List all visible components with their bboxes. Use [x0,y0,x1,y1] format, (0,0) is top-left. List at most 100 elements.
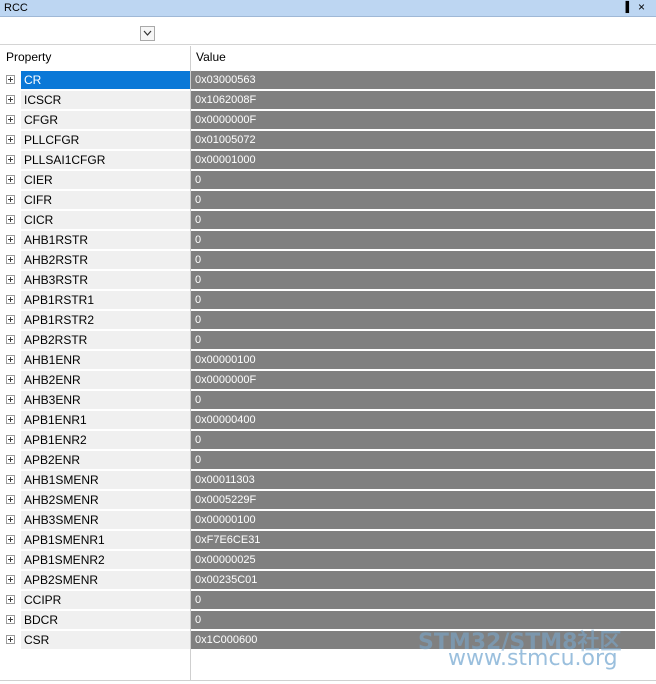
table-row[interactable]: APB2RSTR 0 [0,330,656,350]
table-row[interactable]: PLLCFGR 0x01005072 [0,130,656,150]
register-name[interactable]: AHB2SMENR [21,491,190,509]
expand-icon[interactable] [6,395,15,404]
column-header-value[interactable]: Value [196,46,226,68]
table-row[interactable]: CFGR 0x0000000F [0,110,656,130]
register-value[interactable]: 0 [191,291,655,309]
register-name[interactable]: APB1ENR1 [21,411,190,429]
register-value[interactable]: 0 [191,231,655,249]
register-name[interactable]: CICR [21,211,190,229]
register-value[interactable]: 0 [191,191,655,209]
register-name[interactable]: APB1SMENR2 [21,551,190,569]
expand-icon[interactable] [6,635,15,644]
expand-icon[interactable] [6,95,15,104]
expand-icon[interactable] [6,475,15,484]
expand-icon[interactable] [6,115,15,124]
table-row[interactable]: CICR 0 [0,210,656,230]
register-value[interactable]: 0 [191,271,655,289]
register-value[interactable]: 0x00000100 [191,351,655,369]
table-row[interactable]: AHB2ENR 0x0000000F [0,370,656,390]
register-name[interactable]: AHB3SMENR [21,511,190,529]
expand-icon[interactable] [6,415,15,424]
expand-icon[interactable] [6,215,15,224]
table-row[interactable]: APB2ENR 0 [0,450,656,470]
table-row[interactable]: PLLSAI1CFGR 0x00001000 [0,150,656,170]
expand-icon[interactable] [6,495,15,504]
close-icon[interactable]: × [638,1,645,14]
register-value[interactable]: 0x0000000F [191,111,655,129]
table-row[interactable]: AHB2RSTR 0 [0,250,656,270]
expand-icon[interactable] [6,615,15,624]
expand-icon[interactable] [6,195,15,204]
register-name[interactable]: CR [21,71,190,89]
register-value[interactable]: 0x0000000F [191,371,655,389]
table-row[interactable]: APB1RSTR2 0 [0,310,656,330]
table-row[interactable]: CCIPR 0 [0,590,656,610]
register-value[interactable]: 0 [191,211,655,229]
register-name[interactable]: APB2SMENR [21,571,190,589]
expand-icon[interactable] [6,515,15,524]
register-value[interactable]: 0 [191,431,655,449]
expand-icon[interactable] [6,135,15,144]
table-row[interactable]: AHB3ENR 0 [0,390,656,410]
register-name[interactable]: AHB3ENR [21,391,190,409]
expand-icon[interactable] [6,595,15,604]
register-value[interactable]: 0x0005229F [191,491,655,509]
table-row[interactable]: APB1SMENR2 0x00000025 [0,550,656,570]
table-row[interactable]: AHB3SMENR 0x00000100 [0,510,656,530]
expand-icon[interactable] [6,575,15,584]
register-name[interactable]: ICSCR [21,91,190,109]
expand-icon[interactable] [6,555,15,564]
expand-icon[interactable] [6,155,15,164]
table-row[interactable]: ICSCR 0x1062008F [0,90,656,110]
table-row[interactable]: APB1RSTR1 0 [0,290,656,310]
expand-icon[interactable] [6,375,15,384]
register-name[interactable]: AHB2RSTR [21,251,190,269]
expand-icon[interactable] [6,435,15,444]
register-name[interactable]: AHB2ENR [21,371,190,389]
table-row[interactable]: APB1SMENR1 0xF7E6CE31 [0,530,656,550]
register-value[interactable]: 0x00000100 [191,511,655,529]
table-row[interactable]: CIER 0 [0,170,656,190]
register-name[interactable]: PLLCFGR [21,131,190,149]
register-value[interactable]: 0x00235C01 [191,571,655,589]
register-name[interactable]: CFGR [21,111,190,129]
column-header-property[interactable]: Property [6,46,52,68]
register-name[interactable]: APB1RSTR2 [21,311,190,329]
expand-icon[interactable] [6,335,15,344]
register-value[interactable]: 0x00001000 [191,151,655,169]
table-row[interactable]: APB1ENR1 0x00000400 [0,410,656,430]
register-value[interactable]: 0 [191,171,655,189]
expand-icon[interactable] [6,295,15,304]
expand-icon[interactable] [6,315,15,324]
register-name[interactable]: BDCR [21,611,190,629]
table-row[interactable]: AHB2SMENR 0x0005229F [0,490,656,510]
expand-icon[interactable] [6,75,15,84]
table-row[interactable]: APB2SMENR 0x00235C01 [0,570,656,590]
register-name[interactable]: AHB1SMENR [21,471,190,489]
expand-icon[interactable] [6,175,15,184]
register-name[interactable]: CIFR [21,191,190,209]
dropdown-button[interactable] [140,26,155,41]
table-row[interactable]: CIFR 0 [0,190,656,210]
register-name[interactable]: AHB3RSTR [21,271,190,289]
expand-icon[interactable] [6,255,15,264]
table-row[interactable]: AHB1SMENR 0x00011303 [0,470,656,490]
table-row[interactable]: AHB1RSTR 0 [0,230,656,250]
register-name[interactable]: APB2RSTR [21,331,190,349]
expand-icon[interactable] [6,455,15,464]
register-value[interactable]: 0 [191,251,655,269]
register-value[interactable]: 0 [191,591,655,609]
register-value[interactable]: 0x01005072 [191,131,655,149]
register-name[interactable]: PLLSAI1CFGR [21,151,190,169]
register-name[interactable]: AHB1ENR [21,351,190,369]
register-value[interactable]: 0x00000025 [191,551,655,569]
register-value[interactable]: 0 [191,331,655,349]
register-value[interactable]: 0x03000563 [191,71,655,89]
table-row[interactable]: AHB3RSTR 0 [0,270,656,290]
expand-icon[interactable] [6,355,15,364]
register-value[interactable]: 0 [191,391,655,409]
register-name[interactable]: APB1ENR2 [21,431,190,449]
table-row[interactable]: AHB1ENR 0x00000100 [0,350,656,370]
register-value[interactable]: 0x00000400 [191,411,655,429]
expand-icon[interactable] [6,275,15,284]
